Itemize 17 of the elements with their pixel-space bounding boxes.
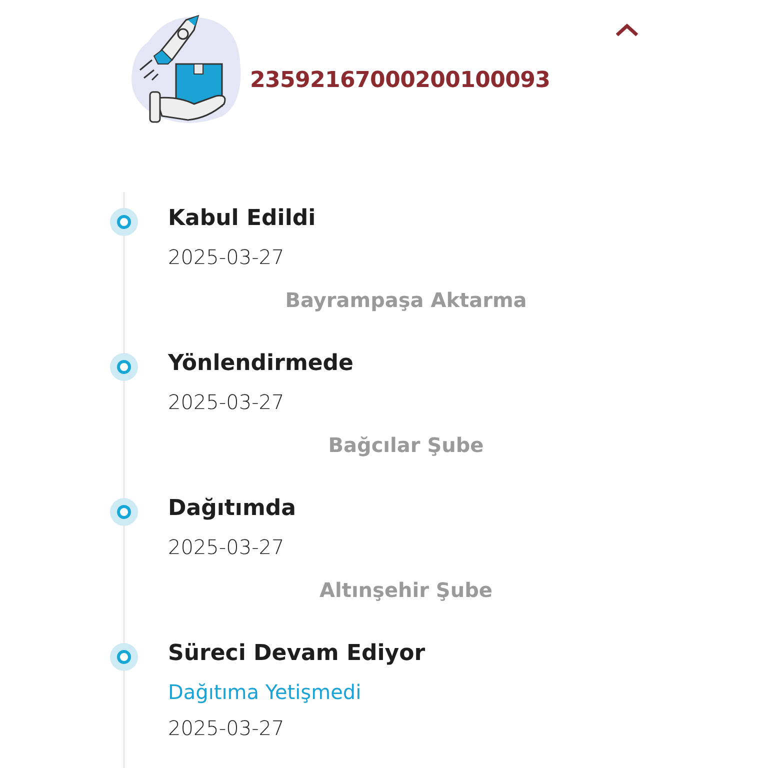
event-location: Bayrampaşa Aktarma — [284, 287, 528, 314]
event-status: Yönlendirmede — [168, 350, 354, 378]
event-date: 2025-03-27 — [168, 715, 286, 742]
event-status: Kabul Edildi — [168, 205, 317, 233]
event-location: Altınşehir Şube — [318, 577, 494, 604]
tracking-number: 23592167000200100093 — [250, 68, 550, 93]
event-status: Dağıtımda — [168, 495, 297, 523]
event-note: Dağıtıma Yetişmedi — [168, 679, 362, 706]
event-location: Bağcılar Şube — [327, 432, 485, 459]
timeline-dot-icon — [110, 208, 138, 236]
event-status: Süreci Devam Ediyor — [168, 640, 426, 668]
event-date: 2025-03-27 — [168, 534, 286, 561]
timeline-dot-icon — [110, 498, 138, 526]
event-date: 2025-03-27 — [168, 244, 286, 271]
event-date: 2025-03-27 — [168, 389, 286, 416]
timeline-dot-icon — [110, 353, 138, 381]
timeline-dot-icon — [110, 643, 138, 671]
